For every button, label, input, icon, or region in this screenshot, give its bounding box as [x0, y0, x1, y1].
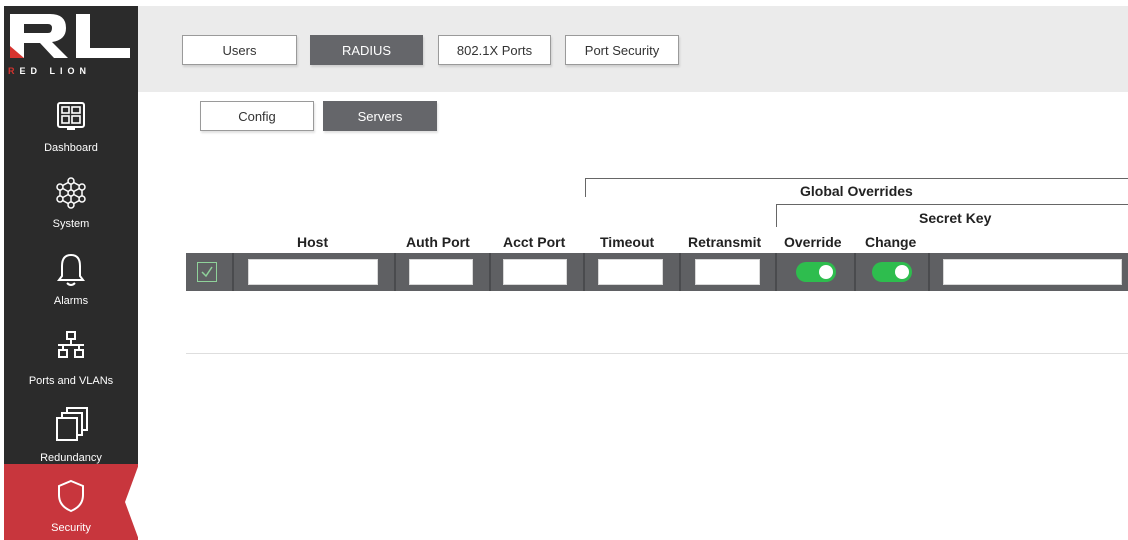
logo-wordmark: RED LION — [8, 66, 92, 76]
sidebar-item-label: Redundancy — [40, 452, 102, 464]
network-tree-icon — [58, 331, 84, 358]
sidebar-item-redundancy[interactable]: Redundancy — [4, 398, 138, 474]
sidebar: RED LION Dashboard System Alarms Ports a… — [0, 0, 139, 540]
column-header-timeout: Timeout — [600, 234, 655, 250]
tab-radius[interactable]: RADIUS — [310, 35, 423, 65]
cell-divider — [583, 253, 585, 291]
sidebar-item-ports-and-vlans[interactable]: Ports and VLANs — [4, 322, 138, 398]
secret-key-header: Secret Key — [919, 210, 992, 226]
global-overrides-header: Global Overrides — [800, 183, 913, 199]
host-input[interactable] — [248, 259, 378, 285]
subtab-servers[interactable]: Servers — [323, 101, 437, 131]
tab-users[interactable]: Users — [182, 35, 297, 65]
column-header-override: Override — [784, 234, 842, 250]
red-lion-logo: RED LION — [4, 6, 138, 86]
change-secret-key-toggle[interactable] — [872, 262, 912, 282]
sidebar-item-security[interactable]: Security — [4, 464, 139, 540]
sidebar-item-label: Alarms — [53, 295, 89, 307]
column-header-host: Host — [297, 234, 329, 250]
tab-port-security[interactable]: Port Security — [565, 35, 679, 65]
sidebar-item-label: Dashboard — [44, 142, 98, 154]
column-header-change: Change — [865, 234, 917, 250]
dashboard-icon — [57, 102, 85, 130]
auth-port-input[interactable] — [409, 259, 473, 285]
column-header-retransmit: Retransmit — [688, 234, 762, 250]
cell-divider — [928, 253, 930, 291]
sidebar-item-alarms[interactable]: Alarms — [4, 246, 138, 322]
column-header-acct-port: Acct Port — [503, 234, 566, 250]
sidebar-item-label: System — [52, 218, 90, 230]
sidebar-item-dashboard[interactable]: Dashboard — [4, 94, 138, 170]
shield-icon — [58, 479, 84, 513]
toggle-knob — [819, 265, 833, 279]
sidebar-panel: RED LION Dashboard System Alarms Ports a… — [4, 6, 139, 540]
rl-logo-icon — [10, 14, 130, 58]
bell-icon — [57, 253, 85, 286]
toggle-knob — [895, 265, 909, 279]
cell-divider — [854, 253, 856, 291]
row-select-checkbox[interactable] — [197, 262, 217, 282]
sidebar-item-system[interactable]: System — [4, 170, 138, 246]
table-row — [186, 253, 1128, 291]
sidebar-item-label: Ports and VLANs — [28, 375, 114, 387]
override-toggle[interactable] — [796, 262, 836, 282]
secret-key-input[interactable] — [943, 259, 1122, 285]
subtab-config[interactable]: Config — [200, 101, 314, 131]
column-header-auth-port: Auth Port — [406, 234, 470, 250]
timeout-input[interactable] — [598, 259, 663, 285]
retransmit-input[interactable] — [695, 259, 760, 285]
network-hub-icon — [56, 177, 86, 209]
cell-divider — [489, 253, 491, 291]
sidebar-item-label: Security — [51, 522, 91, 534]
stacked-windows-icon — [56, 407, 88, 441]
table-bottom-divider — [186, 353, 1128, 354]
acct-port-input[interactable] — [503, 259, 567, 285]
cell-divider — [394, 253, 396, 291]
cell-divider — [775, 253, 777, 291]
tab-802-1x-ports[interactable]: 802.1X Ports — [438, 35, 551, 65]
cell-divider — [679, 253, 681, 291]
checkmark-icon — [201, 266, 213, 278]
cell-divider — [232, 253, 234, 291]
